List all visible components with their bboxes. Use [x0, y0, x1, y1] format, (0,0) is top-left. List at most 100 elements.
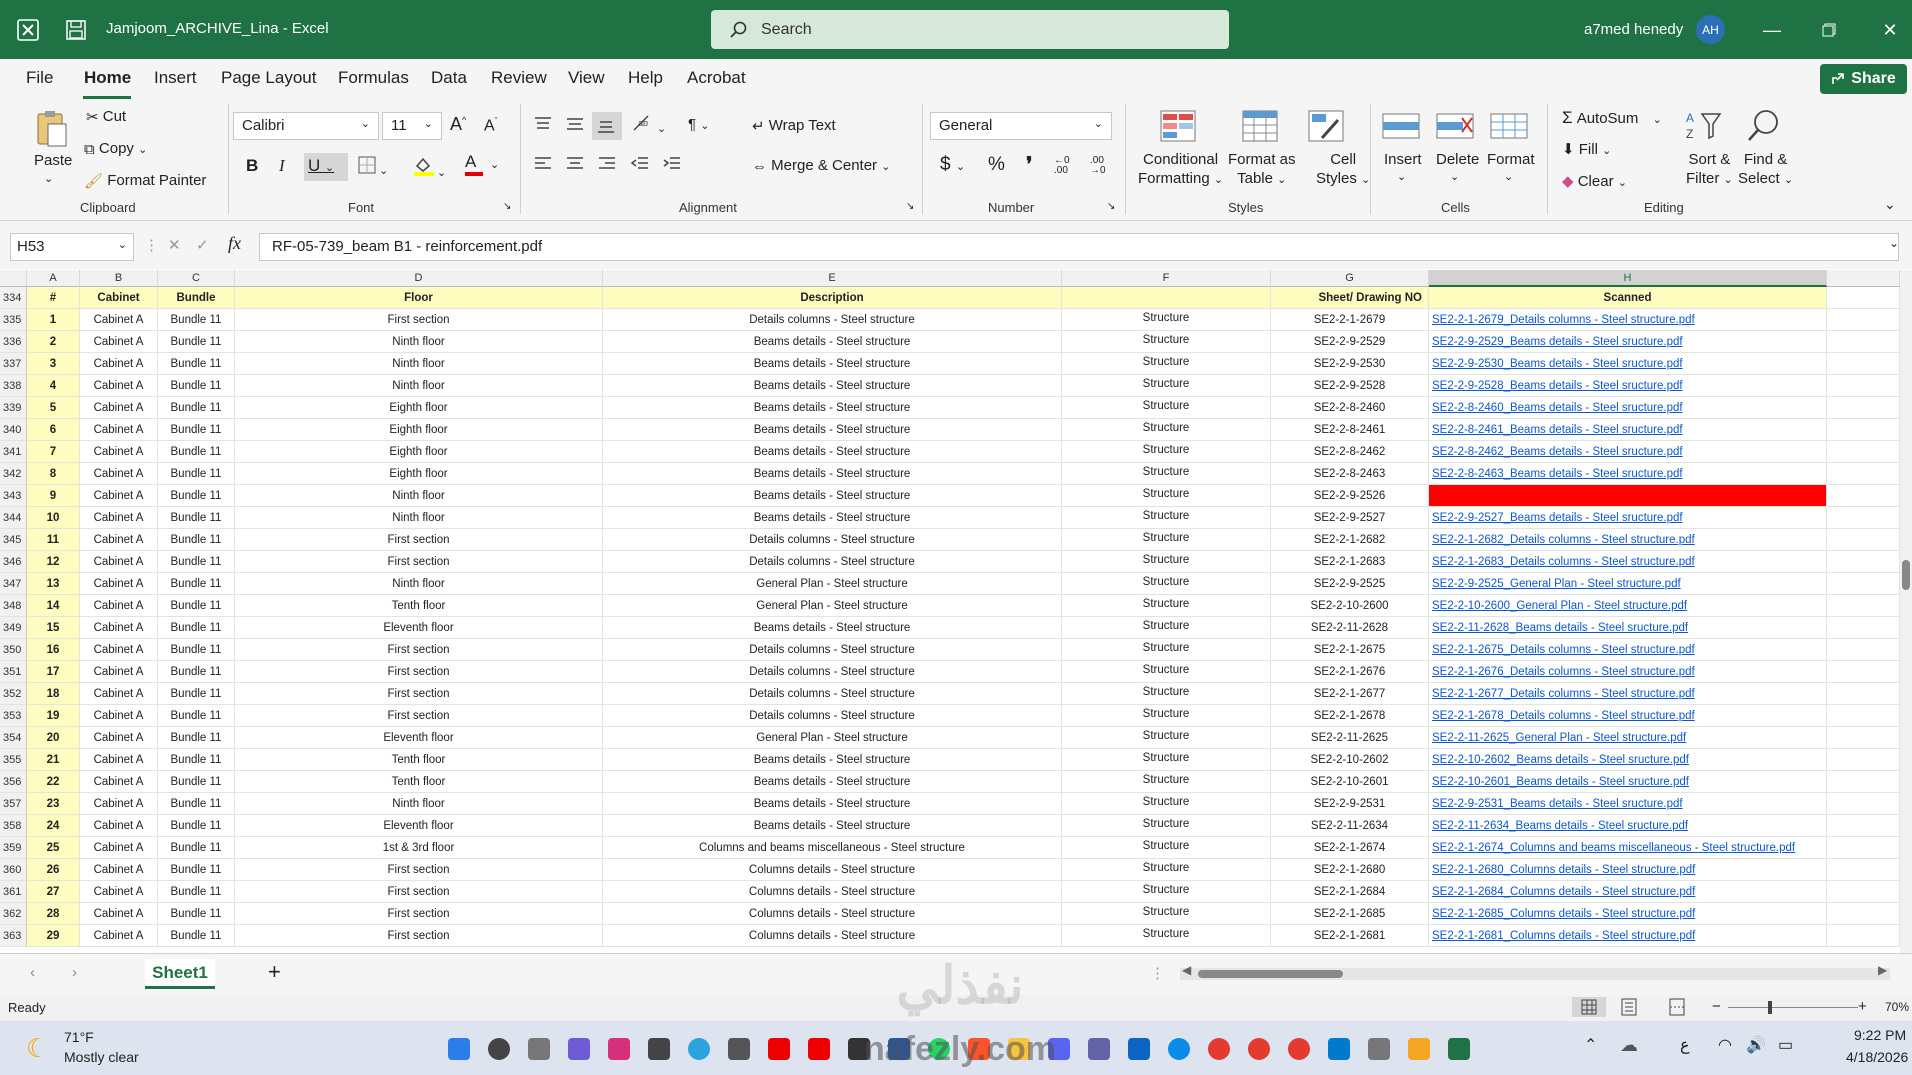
cell-scanned-link[interactable]: SE2-2-11-2634_Beams details - Steel sruc… [1429, 815, 1827, 837]
decrease-indent-icon[interactable] [630, 156, 650, 176]
empty-cell[interactable] [1827, 309, 1900, 331]
empty-cell[interactable] [1827, 881, 1900, 903]
header-scanned[interactable]: Scanned [1429, 287, 1827, 309]
cell-number[interactable]: 24 [27, 815, 80, 837]
cell-sheet-no[interactable]: SE2-2-8-2463 [1271, 463, 1429, 485]
cell-category[interactable]: Structure [1062, 639, 1271, 661]
increase-decimal-icon[interactable]: ←0.00 [1054, 156, 1070, 176]
cloud-icon[interactable]: ☁ [1620, 1035, 1638, 1056]
row-number[interactable]: 334 [0, 287, 27, 309]
cell-description[interactable]: Columns details - Steel structure [603, 881, 1062, 903]
sheet-tab-sheet1[interactable]: Sheet1 [145, 959, 215, 989]
tab-splitter-icon[interactable]: ⋮ [1150, 964, 1165, 982]
header-sheet-drawing-no[interactable]: Sheet/ Drawing NO [1271, 287, 1429, 309]
cell-floor[interactable]: 1st & 3rd floor [235, 837, 603, 859]
empty-cell[interactable] [1827, 771, 1900, 793]
calculator-icon[interactable] [728, 1038, 750, 1060]
row-number[interactable]: 347 [0, 573, 27, 595]
show-hidden-icons[interactable]: ⌃ [1584, 1035, 1597, 1055]
formula-input[interactable]: RF-05-739_beam B1 - reinforcement.pdf [259, 233, 1899, 261]
add-sheet-icon[interactable]: + [268, 959, 281, 985]
cell-cabinet[interactable]: Cabinet A [80, 485, 158, 507]
empty-cell[interactable] [1827, 287, 1900, 309]
cell-number[interactable]: 1 [27, 309, 80, 331]
cell-bundle[interactable]: Bundle 11 [158, 595, 235, 617]
zoom-level[interactable]: 70% [1885, 1000, 1909, 1014]
cell-scanned-link[interactable]: SE2-2-1-2680_Columns details - Steel str… [1429, 859, 1827, 881]
format-chevron-icon[interactable]: ⌄ [1504, 170, 1513, 183]
column-header-e[interactable]: E [603, 270, 1062, 287]
task-view-icon[interactable] [528, 1038, 550, 1060]
cell-number[interactable]: 2 [27, 331, 80, 353]
cell-description[interactable]: Beams details - Steel structure [603, 375, 1062, 397]
search-box[interactable]: Search [711, 10, 1229, 49]
row-number[interactable]: 349 [0, 617, 27, 639]
cell-number[interactable]: 9 [27, 485, 80, 507]
cell-sheet-no[interactable]: SE2-2-9-2527 [1271, 507, 1429, 529]
cell-description[interactable]: Details columns - Steel structure [603, 639, 1062, 661]
copilot-icon[interactable] [568, 1038, 590, 1060]
cell-scanned-link[interactable]: SE2-2-1-2684_Columns details - Steel str… [1429, 881, 1827, 903]
cell-category[interactable]: Structure [1062, 749, 1271, 771]
cell-description[interactable]: Beams details - Steel structure [603, 793, 1062, 815]
header-description[interactable]: Description [603, 287, 1062, 309]
cell-scanned-link[interactable]: SE2-2-1-2679_Details columns - Steel str… [1429, 309, 1827, 331]
cell-bundle[interactable]: Bundle 11 [158, 727, 235, 749]
cell-bundle[interactable]: Bundle 11 [158, 837, 235, 859]
cell-sheet-no[interactable]: SE2-2-9-2526 [1271, 485, 1429, 507]
cell-category[interactable]: Structure [1062, 353, 1271, 375]
cell-bundle[interactable]: Bundle 11 [158, 859, 235, 881]
cell-sheet-no[interactable]: SE2-2-1-2674 [1271, 837, 1429, 859]
cell-number[interactable]: 10 [27, 507, 80, 529]
cell-category[interactable]: Structure [1062, 837, 1271, 859]
cell-bundle[interactable]: Bundle 11 [158, 353, 235, 375]
cell-floor[interactable]: First section [235, 859, 603, 881]
format-painter-button[interactable]: 🖌 Format Painter [84, 172, 206, 190]
cell-bundle[interactable]: Bundle 11 [158, 793, 235, 815]
row-number[interactable]: 358 [0, 815, 27, 837]
cell-cabinet[interactable]: Cabinet A [80, 441, 158, 463]
cell-floor[interactable]: Eighth floor [235, 441, 603, 463]
decrease-font-icon[interactable]: Aˇ [484, 116, 498, 135]
row-number[interactable]: 335 [0, 309, 27, 331]
taskbar-search-icon[interactable] [488, 1038, 510, 1060]
cell-scanned-link[interactable]: SE2-2-9-2530_Beams details - Steel sruct… [1429, 353, 1827, 375]
cell-sheet-no[interactable]: SE2-2-9-2525 [1271, 573, 1429, 595]
weather-temp[interactable]: 71°F [64, 1029, 94, 1045]
cell-floor[interactable]: Tenth floor [235, 771, 603, 793]
delete-cells-icon[interactable] [1436, 110, 1474, 146]
user-name[interactable]: a7med henedy [1584, 21, 1683, 38]
telegram-icon[interactable] [688, 1038, 710, 1060]
cell-floor[interactable]: Eighth floor [235, 463, 603, 485]
vertical-scroll-thumb[interactable] [1902, 560, 1910, 590]
paragraph-direction-icon[interactable]: ¶ ⌄ [688, 116, 709, 133]
empty-cell[interactable] [1827, 353, 1900, 375]
zoom-slider-thumb[interactable] [1768, 1001, 1772, 1014]
cell-description[interactable]: Beams details - Steel structure [603, 331, 1062, 353]
format-cells-button[interactable]: Format [1487, 151, 1535, 168]
cell-number[interactable]: 11 [27, 529, 80, 551]
cell-bundle[interactable]: Bundle 11 [158, 397, 235, 419]
collapse-ribbon-icon[interactable]: ⌄ [1884, 196, 1896, 213]
cell-scanned-link[interactable]: SE2-2-1-2678_Details columns - Steel str… [1429, 705, 1827, 727]
font-dialog-launcher-icon[interactable]: ↘ [503, 201, 511, 212]
cell-sheet-no[interactable]: SE2-2-9-2528 [1271, 375, 1429, 397]
cell-description[interactable]: Beams details - Steel structure [603, 419, 1062, 441]
cell-sheet-no[interactable]: SE2-2-10-2601 [1271, 771, 1429, 793]
cell-scanned-link[interactable]: SE2-2-9-2531_Beams details - Steel sruct… [1429, 793, 1827, 815]
currency-icon[interactable]: $ ⌄ [940, 154, 965, 176]
cell-scanned-link[interactable]: SE2-2-1-2683_Details columns - Steel str… [1429, 551, 1827, 573]
empty-cell[interactable] [1827, 397, 1900, 419]
cell-scanned-link[interactable]: SE2-2-8-2460_Beams details - Steel sruct… [1429, 397, 1827, 419]
cell-category[interactable]: Structure [1062, 881, 1271, 903]
app-l-icon[interactable] [768, 1038, 790, 1060]
cell-scanned-link[interactable]: SE2-2-1-2682_Details columns - Steel str… [1429, 529, 1827, 551]
conditional-formatting-button[interactable]: Conditional Formatting ⌄ [1138, 150, 1223, 190]
empty-cell[interactable] [1827, 705, 1900, 727]
cell-description[interactable]: Columns details - Steel structure [603, 859, 1062, 881]
cell-category[interactable]: Structure [1062, 331, 1271, 353]
cell-floor[interactable]: First section [235, 661, 603, 683]
conditional-formatting-icon[interactable] [1160, 110, 1196, 146]
cell-sheet-no[interactable]: SE2-2-10-2602 [1271, 749, 1429, 771]
app-3-icon[interactable] [1408, 1038, 1430, 1060]
